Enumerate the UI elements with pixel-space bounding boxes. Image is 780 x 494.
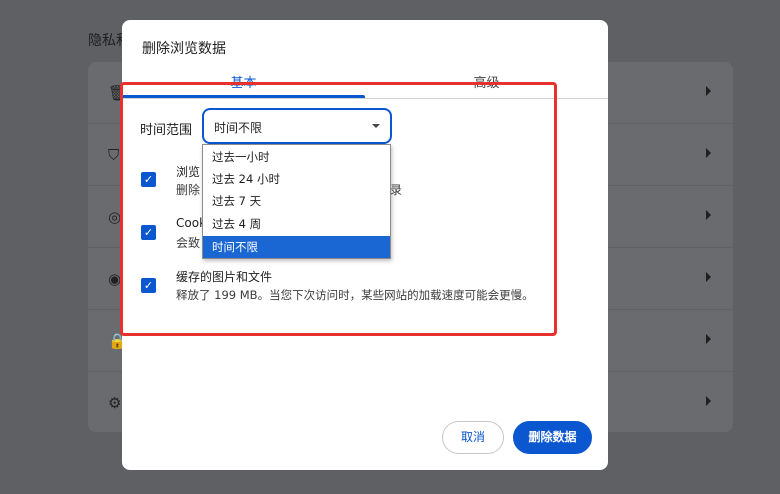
tab-divider <box>122 98 608 99</box>
tab-advanced[interactable]: 高级 <box>365 72 608 91</box>
browsing-history-checkbox[interactable]: ✓ <box>141 172 156 187</box>
dropdown-option[interactable]: 过去 4 周 <box>203 213 390 235</box>
dropdown-option[interactable]: 过去 7 天 <box>203 190 390 212</box>
chevron-right-icon <box>706 396 711 406</box>
dropdown-option[interactable]: 过去 24 小时 <box>203 168 390 190</box>
chevron-right-icon <box>706 210 711 220</box>
option-description-tail: 录 <box>390 183 403 197</box>
target-icon: ◉ <box>108 270 122 288</box>
option-title: 缓存的图片和文件 <box>176 270 273 284</box>
cached-images-checkbox[interactable]: ✓ <box>141 278 156 293</box>
cookies-checkbox[interactable]: ✓ <box>141 225 156 240</box>
dropdown-option[interactable]: 过去一小时 <box>203 146 390 168</box>
option-description: 释放了 199 MB。当您下次访问时，某些网站的加载速度可能会更慢。 <box>176 288 534 302</box>
dropdown-option-selected[interactable]: 时间不限 <box>203 236 390 258</box>
chevron-right-icon <box>706 86 711 96</box>
time-range-label: 时间范围 <box>140 123 193 138</box>
time-range-select[interactable]: 时间不限 <box>202 108 392 144</box>
chevron-right-icon <box>706 334 711 344</box>
option-title: 浏览 <box>176 165 201 179</box>
time-range-dropdown: 过去一小时 过去 24 小时 过去 7 天 过去 4 周 时间不限 <box>202 144 391 259</box>
delete-data-button[interactable]: 删除数据 <box>513 421 592 454</box>
tab-basic[interactable]: 基本 <box>122 72 365 91</box>
option-description: 会致 <box>176 236 201 250</box>
time-range-value: 时间不限 <box>214 121 263 135</box>
dialog-title: 删除浏览数据 <box>142 41 226 57</box>
cancel-button[interactable]: 取消 <box>442 421 504 454</box>
shield-icon: ⛉ <box>108 146 120 164</box>
chevron-right-icon <box>706 148 711 158</box>
chevron-right-icon <box>706 272 711 282</box>
option-description: 删除 <box>176 183 201 197</box>
cookie-icon: ◎ <box>108 208 122 226</box>
tune-icon: ⚙ <box>108 394 122 412</box>
dropdown-arrow-icon <box>372 124 380 128</box>
